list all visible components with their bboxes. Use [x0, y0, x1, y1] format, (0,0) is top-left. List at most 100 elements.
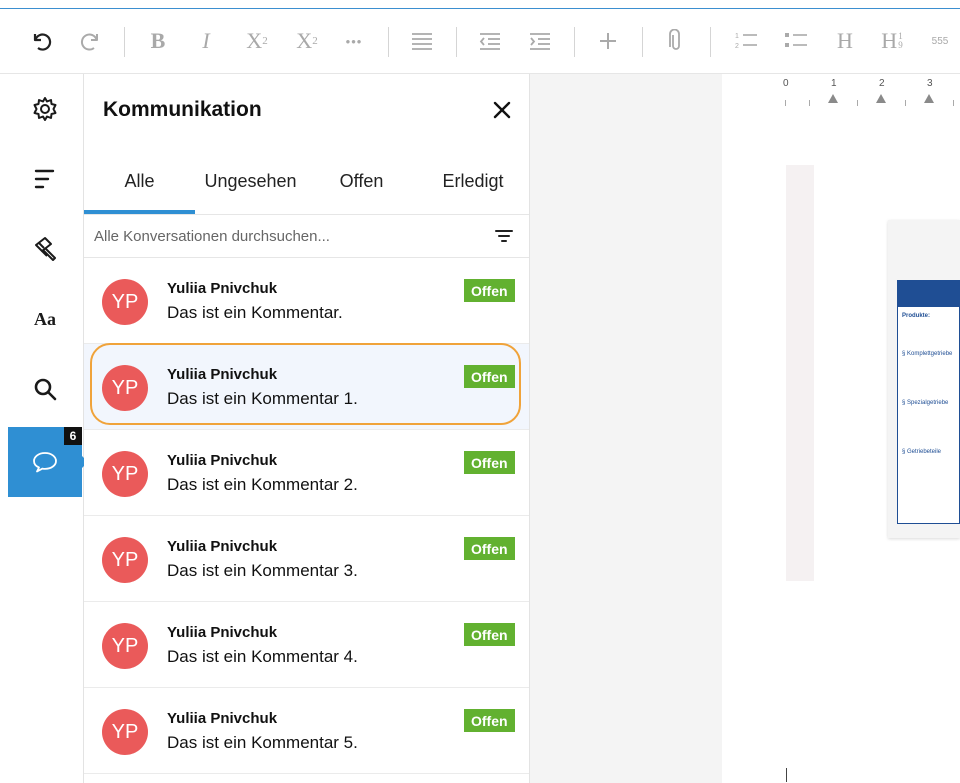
- comment-text: Das ist ein Kommentar 5.: [167, 733, 358, 752]
- search-icon: [34, 378, 57, 401]
- communication-panel: Kommunikation Alle Ungesehen Offen Erled…: [84, 74, 530, 783]
- comment-text: Das ist ein Kommentar 4.: [167, 647, 358, 666]
- slide-item: § Komplettgetriebe: [902, 351, 953, 357]
- avatar: YP: [102, 709, 148, 755]
- status-badge: Offen: [464, 365, 515, 388]
- tab-erledigt[interactable]: Erledigt: [417, 148, 529, 214]
- embedded-slide: Produkte: § Komplettgetriebe § Spezialge…: [897, 280, 960, 524]
- toolbar-separator: [574, 27, 575, 57]
- filter-icon[interactable]: [494, 227, 514, 245]
- selection-highlight: [90, 343, 521, 425]
- slide-item: § Getriebeteile: [902, 449, 942, 455]
- sidebar-item-search[interactable]: [8, 354, 82, 424]
- paintbrush-icon: [35, 237, 56, 261]
- ruler-tick: [905, 100, 906, 106]
- close-icon: [493, 101, 511, 119]
- comment-text: Das ist ein Kommentar 1.: [167, 389, 358, 408]
- avatar: YP: [102, 451, 148, 497]
- comment-row[interactable]: YP Yuliia Pnivchuk Das ist ein Kommentar…: [84, 258, 529, 344]
- horizontal-ruler[interactable]: 0 1 2 3: [723, 74, 960, 111]
- slide-header: [898, 281, 960, 307]
- ruler-mark: 0: [783, 78, 789, 89]
- search-bar: [84, 215, 529, 258]
- sidebar-item-styles[interactable]: [8, 214, 82, 284]
- sidebar-item-typography[interactable]: Aa: [8, 284, 82, 354]
- status-badge: Offen: [464, 709, 515, 732]
- ruler-tick: [857, 100, 858, 106]
- comment-row[interactable]: YP Yuliia Pnivchuk Das ist ein Kommentar…: [84, 430, 529, 516]
- slide-item: § Spezialgetriebe: [902, 400, 949, 406]
- comments-count-badge: 6: [64, 427, 82, 445]
- numbered-heading-button[interactable]: H19: [874, 25, 910, 57]
- comment-author: Yuliia Pnivchuk: [167, 710, 278, 727]
- superscript-base: X: [246, 28, 263, 53]
- comment-text: Das ist ein Kommentar 2.: [167, 475, 358, 494]
- bullet-list-icon: [785, 33, 807, 47]
- comment-row[interactable]: YP Yuliia Pnivchuk Das ist ein Kommentar…: [84, 516, 529, 602]
- heading-button[interactable]: H: [830, 25, 860, 57]
- status-badge: Offen: [464, 279, 515, 302]
- numbered-list-button[interactable]: 12: [730, 25, 762, 57]
- svg-text:1: 1: [735, 33, 739, 40]
- superscript-button[interactable]: X2: [240, 25, 274, 57]
- more-label: •••: [345, 33, 363, 49]
- embedded-image[interactable]: Produkte: § Komplettgetriebe § Spezialge…: [888, 220, 960, 538]
- redo-button[interactable]: [76, 25, 106, 57]
- numbering-format-button[interactable]: 555: [924, 25, 956, 57]
- tab-stop-marker[interactable]: [828, 94, 838, 103]
- toolbar-separator: [388, 27, 389, 57]
- subscript-button[interactable]: X2: [290, 25, 324, 57]
- tab-offen[interactable]: Offen: [306, 148, 417, 214]
- outdent-button[interactable]: [474, 25, 506, 57]
- indent-button[interactable]: [524, 25, 556, 57]
- text-cursor: [786, 768, 787, 782]
- tab-alle[interactable]: Alle: [84, 148, 195, 214]
- sidebar-item-outline[interactable]: [8, 144, 82, 214]
- gear-icon: [33, 97, 57, 121]
- redo-icon: [81, 33, 98, 51]
- paperclip-icon: [669, 29, 680, 50]
- editor-toolbar: B I X2 X2 ••• 12 H H19 555: [0, 9, 960, 74]
- comment-row[interactable]: YP Yuliia Pnivchuk Das ist ein Kommentar…: [84, 602, 529, 688]
- numbering-label: 555: [931, 35, 949, 47]
- toolbar-separator: [456, 27, 457, 57]
- svg-text:2: 2: [735, 43, 739, 50]
- comment-author: Yuliia Pnivchuk: [167, 624, 278, 641]
- close-panel-button[interactable]: [490, 98, 514, 122]
- search-input[interactable]: [94, 223, 474, 249]
- tab-ungesehen[interactable]: Ungesehen: [195, 148, 306, 214]
- comment-row[interactable]: YP Yuliia Pnivchuk Das ist ein Kommentar…: [84, 688, 529, 774]
- active-tab-indicator: [84, 210, 195, 214]
- more-formatting-button[interactable]: •••: [338, 25, 370, 57]
- ruler-tick: [785, 100, 786, 106]
- tab-stop-marker[interactable]: [876, 94, 886, 103]
- avatar: YP: [102, 279, 148, 325]
- typography-icon: Aa: [34, 308, 56, 329]
- bullet-list-button[interactable]: [780, 25, 812, 57]
- sidebar-item-settings[interactable]: [8, 74, 82, 144]
- align-button[interactable]: [406, 25, 438, 57]
- bold-button[interactable]: B: [144, 25, 172, 57]
- undo-icon: [33, 33, 52, 51]
- numbered-heading-sub: 9: [898, 40, 903, 50]
- ruler-mark: 3: [927, 78, 933, 89]
- italic-button[interactable]: I: [192, 25, 220, 57]
- italic-label: I: [202, 28, 210, 53]
- comment-row-selected[interactable]: YP Yuliia Pnivchuk Das ist ein Kommentar…: [84, 343, 529, 430]
- outdent-icon: [479, 33, 500, 50]
- attach-button[interactable]: [660, 25, 692, 57]
- insert-button[interactable]: [592, 25, 624, 57]
- comment-text: Das ist ein Kommentar.: [167, 303, 343, 322]
- comment-author: Yuliia Pnivchuk: [167, 538, 278, 555]
- sidebar-item-comments[interactable]: 6: [8, 427, 88, 497]
- align-justify-icon: [412, 33, 432, 50]
- status-badge: Offen: [464, 623, 515, 646]
- document-margin: [530, 74, 722, 783]
- undo-button[interactable]: [26, 25, 56, 57]
- ruler-mark: 2: [879, 78, 885, 89]
- numbered-list-icon: 12: [735, 33, 757, 50]
- toolbar-separator: [642, 27, 643, 57]
- tab-stop-marker[interactable]: [924, 94, 934, 103]
- comment-author: Yuliia Pnivchuk: [167, 366, 278, 383]
- superscript-mark: 2: [262, 35, 268, 47]
